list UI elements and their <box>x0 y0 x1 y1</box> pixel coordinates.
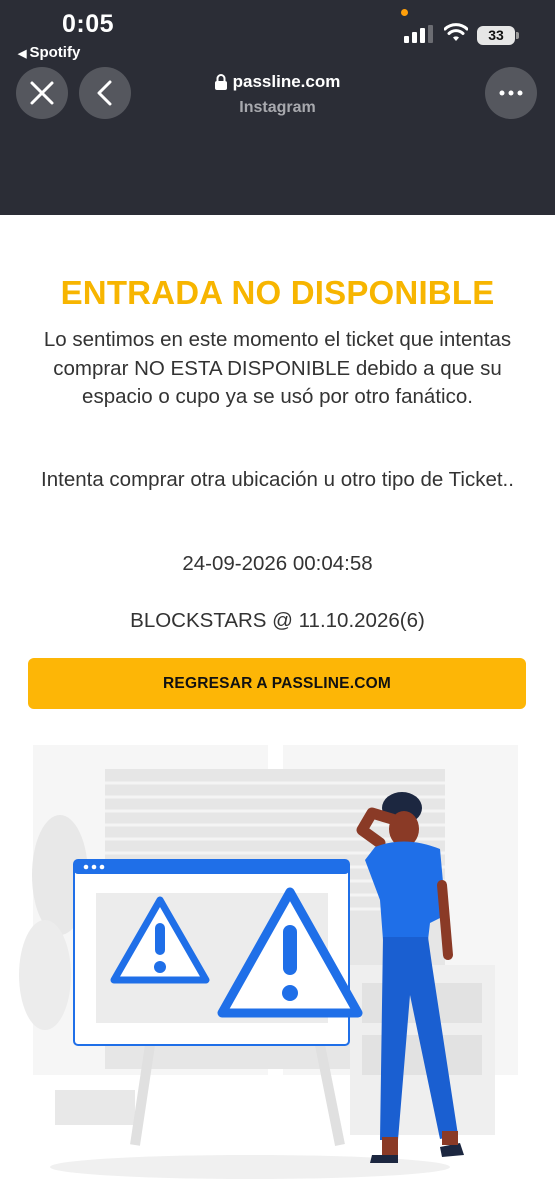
page-content: ENTRADA NO DISPONIBLE Lo sentimos en est… <box>0 215 555 1200</box>
wifi-icon <box>444 23 468 41</box>
back-to-app-link[interactable]: ◀ Spotify <box>18 44 80 61</box>
battery-icon: 33 <box>477 26 519 45</box>
back-app-label: Spotify <box>29 44 81 61</box>
url-bar[interactable]: passline.com Instagram <box>0 72 555 117</box>
timestamp: 24-09-2026 00:04:58 <box>182 552 373 575</box>
signal-icon <box>404 25 433 43</box>
mic-indicator-icon <box>401 9 408 16</box>
warning-illustration <box>19 745 518 1179</box>
url-text: passline.com <box>232 72 341 91</box>
lock-icon <box>214 74 227 90</box>
return-button[interactable]: REGRESAR A PASSLINE.COM <box>28 658 526 709</box>
back-triangle-icon: ◀ <box>18 48 27 60</box>
suggestion-message: Intenta comprar otra ubicación u otro ti… <box>41 468 514 491</box>
source-app-label: Instagram <box>239 99 316 116</box>
browser-chrome: 0:05 ◀ Spotify 33 passline.com Instagram <box>0 0 555 215</box>
event-info: BLOCKSTARS @ 11.10.2026(6) <box>130 609 425 632</box>
page-title: ENTRADA NO DISPONIBLE <box>60 274 495 311</box>
status-time: 0:05 <box>62 10 115 38</box>
more-icon <box>499 90 523 96</box>
error-message: Lo sentimos en este momento el ticket qu… <box>43 328 512 408</box>
more-button[interactable] <box>485 67 537 119</box>
